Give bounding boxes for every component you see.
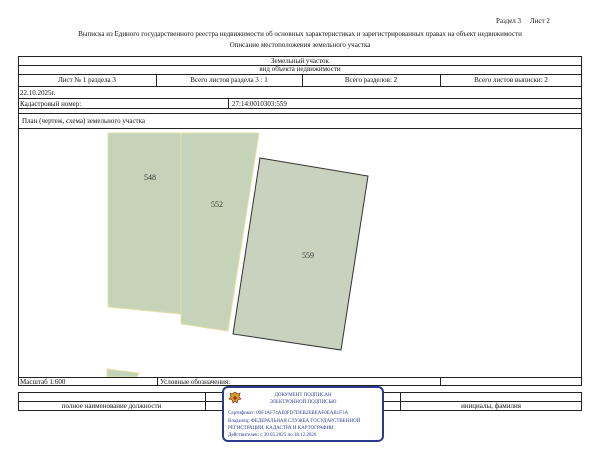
legend-label: Условные обозначения: (160, 378, 231, 386)
section-label: Раздел 3 (496, 17, 522, 25)
document-title: Выписка из Единого государственного реес… (78, 30, 522, 38)
parcel-label-559: 559 (302, 251, 314, 260)
total-section-sheets: Всего листов раздела 3 : 1 (190, 76, 268, 84)
stamp-line-1: ДОКУМЕНТ ПОДПИСАН (274, 393, 332, 398)
cadastral-plan-map[interactable]: 548 552 559 (19, 129, 581, 377)
stamp-owner-2: РЕГИСТРАЦИИ, КАДАСТРА И КАРТОГРАФИИ (228, 426, 334, 431)
parcel-559[interactable] (232, 157, 369, 351)
parcel-548[interactable] (107, 132, 182, 315)
sheet-number: Лист № 1 раздела 3 (58, 76, 116, 84)
stamp-validity: Действителен: с 30.05.2025 по 18.12.2026 (228, 433, 317, 438)
statement-date: 22.10.2025г. (20, 89, 56, 97)
stamp-line-2: ЭЛЕКТРОННОЙ ПОДПИСЬЮ (269, 400, 337, 405)
total-sheets: Всего листов выписки: 2 (474, 76, 548, 84)
parcel-label-548: 548 (144, 173, 156, 182)
document-subtitle: Описание местоположения земельного участ… (229, 41, 371, 49)
stamp-certificate: Сертификат: 00F1AF74AE0FD7DEB2EBEAF0EAB1… (228, 411, 349, 416)
position-caption: полное наименование должности (61, 402, 162, 410)
sheet-label: Лист 2 (530, 17, 550, 25)
stamp-owner-1: Владелец: ФЕДЕРАЛЬНАЯ СЛУЖБА ГОСУДАРСТВЕ… (228, 419, 361, 424)
parcel-fragment (106, 368, 140, 377)
object-caption: вид объекта недвижимости (259, 65, 341, 73)
parcel-label-552: 552 (211, 200, 223, 209)
plan-title: План (чертеж, схема) земельного участка (22, 117, 146, 125)
total-sections: Всего разделов: 2 (344, 76, 398, 84)
map-scale: Масштаб 1:600 (20, 378, 66, 386)
signature-caption: инициалы, фамилия (461, 402, 521, 410)
electronic-signature-stamp[interactable]: ДОКУМЕНТ ПОДПИСАН ЭЛЕКТРОННОЙ ПОДПИСЬЮ С… (222, 386, 384, 442)
